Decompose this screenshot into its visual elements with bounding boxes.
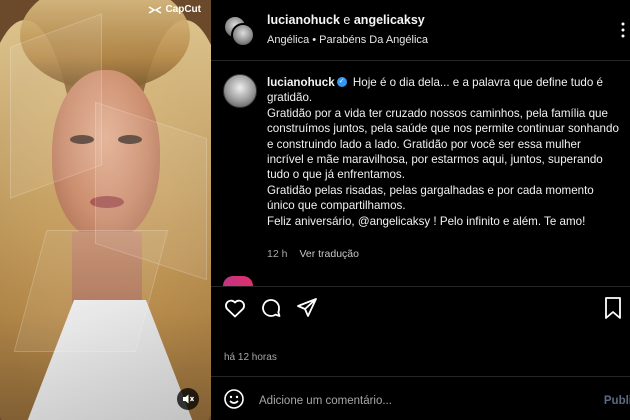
see-translation-link[interactable]: Ver tradução	[299, 248, 359, 260]
more-options-icon[interactable]	[620, 22, 626, 41]
bookmark-icon[interactable]	[602, 296, 624, 325]
capcut-label: CapCut	[165, 4, 201, 15]
comment-bar: Publi	[223, 386, 630, 416]
comment-icon[interactable]	[259, 296, 283, 320]
caption-meta: 12 h Ver tradução	[267, 248, 359, 260]
post-timestamp[interactable]: há 12 horas	[224, 352, 277, 363]
caption-line: Gratidão por a vida ter cruzado nossos c…	[267, 106, 619, 182]
capcut-logo-icon	[149, 5, 162, 14]
joiner-text: e	[343, 13, 351, 27]
post-image[interactable]: CapCut	[0, 0, 211, 420]
share-icon[interactable]	[295, 296, 319, 320]
post-panel: lucianohuck e angelicaksy Angélica • Par…	[211, 0, 630, 420]
caption-line: Feliz aniversário, @angelicaksy ! Pelo i…	[267, 214, 586, 228]
caption-line: Gratidão pelas risadas, pelas gargalhada…	[267, 183, 594, 213]
collab-avatars[interactable]	[223, 15, 255, 47]
header-subtitle[interactable]: Angélica • Parabéns Da Angélica	[267, 34, 428, 46]
avatar	[231, 23, 255, 47]
avatar[interactable]	[223, 74, 257, 108]
divider	[211, 376, 630, 377]
next-comment-avatar	[223, 276, 253, 286]
mute-button[interactable]	[177, 388, 199, 410]
username-link[interactable]: angelicaksy	[354, 13, 425, 27]
post-header: lucianohuck e angelicaksy Angélica • Par…	[211, 0, 630, 61]
caption-age: 12 h	[267, 248, 288, 260]
comment-input[interactable]	[257, 394, 604, 408]
caption-text: lucianohuck ✓ Hoje é o dia dela... e a pa…	[267, 75, 619, 229]
capcut-watermark: CapCut	[148, 4, 201, 15]
username-link[interactable]: lucianohuck	[267, 13, 340, 27]
emoji-icon[interactable]	[223, 388, 245, 415]
publish-button[interactable]: Publi	[604, 395, 630, 407]
header-usernames: lucianohuck e angelicaksy	[267, 13, 425, 27]
divider	[211, 286, 630, 287]
caption-username[interactable]: lucianohuck	[267, 76, 335, 89]
caption-line: lucianohuck ✓ Hoje é o dia dela... e a pa…	[267, 75, 619, 106]
action-bar	[223, 296, 319, 320]
verified-badge-icon: ✓	[336, 76, 347, 87]
volume-muted-icon	[183, 394, 195, 404]
heart-icon[interactable]	[223, 296, 247, 320]
